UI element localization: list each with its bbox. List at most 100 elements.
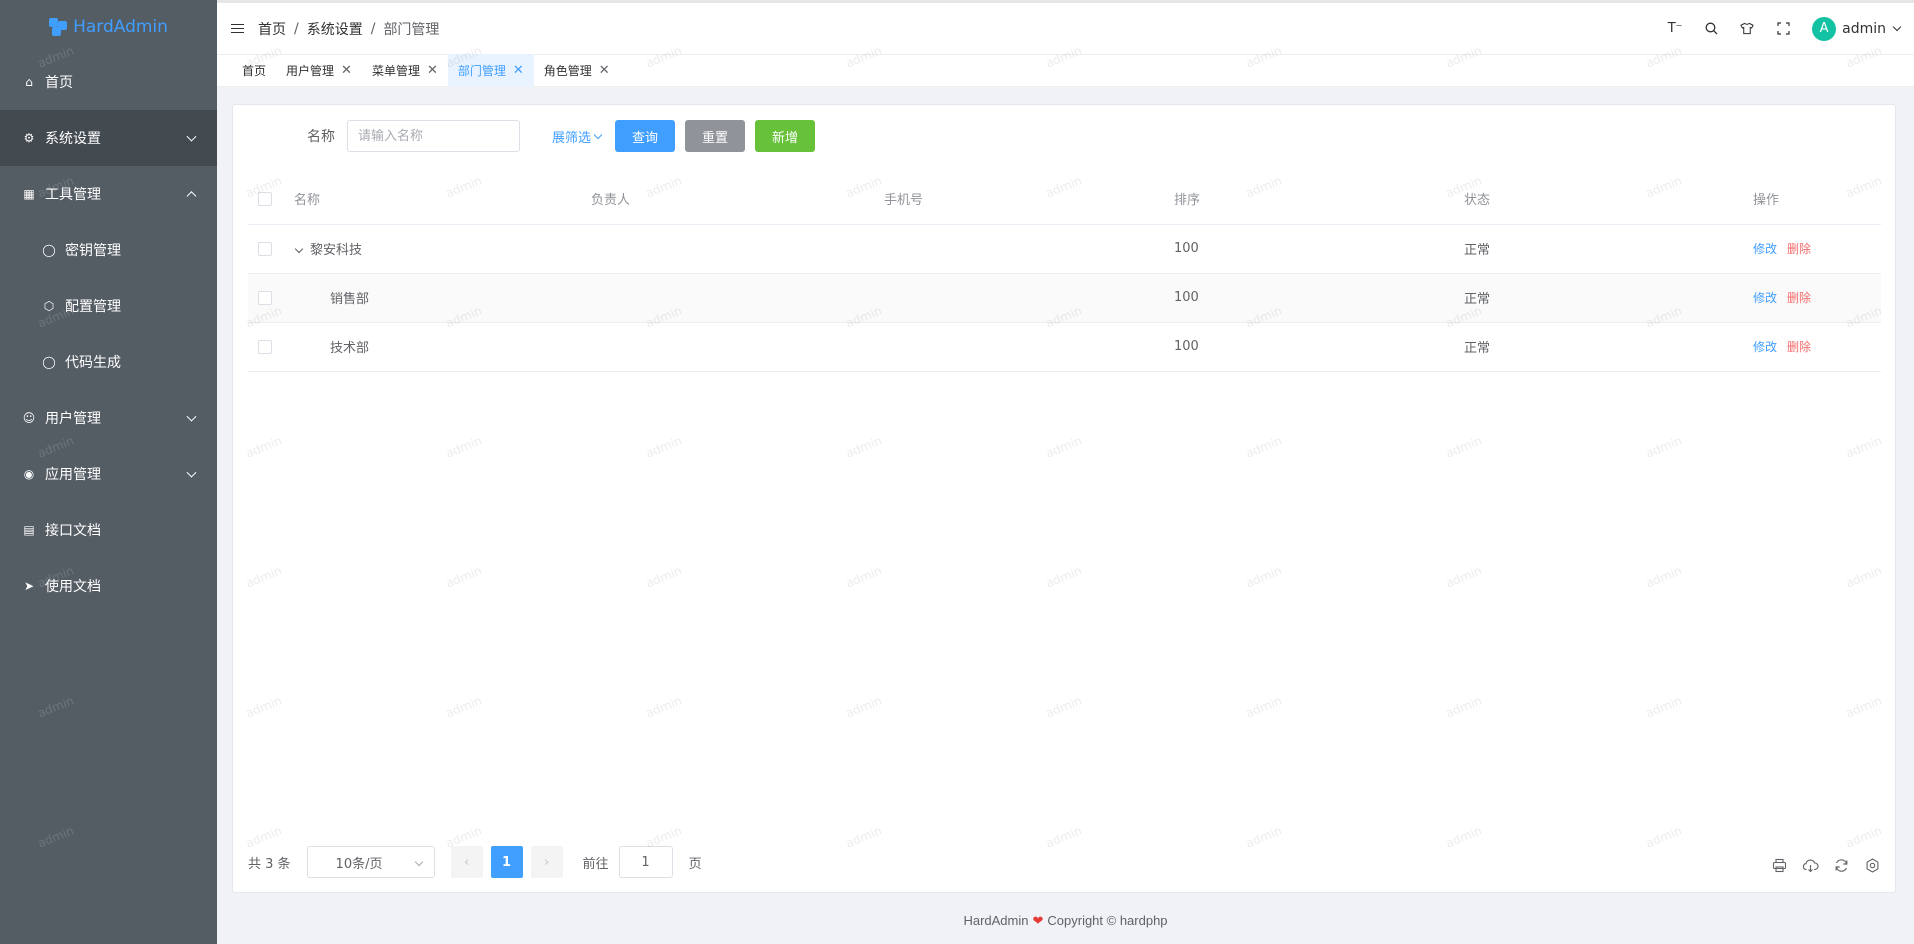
edit-link[interactable]: 修改 <box>1753 242 1777 256</box>
font-size-icon[interactable]: T⁻ <box>1668 21 1683 36</box>
delete-link[interactable]: 删除 <box>1787 291 1811 305</box>
rocket-icon: ➤ <box>23 579 35 593</box>
sidebar: HardAdmin ⌂ 首页 ⚙ 系统设置 ▦ 工具管理 ◯ 密钥管理 ⬡ 配置管理 ◯ 代码生成 ☺ 用… <box>0 0 217 944</box>
table-row[interactable]: 黎安科技 100 正常 修改 删除 <box>248 224 1881 274</box>
column-header: 负责人 <box>591 174 884 225</box>
tab[interactable]: 用户管理 ✕ <box>276 54 362 87</box>
sidebar-item[interactable]: ⬡ 配置管理 <box>0 278 217 334</box>
search-icon[interactable] <box>1704 22 1718 36</box>
edit-link[interactable]: 修改 <box>1753 291 1777 305</box>
filter-form: 名称 展筛选 查询 重置 新增 <box>233 119 816 153</box>
reset-button[interactable]: 重置 <box>685 120 746 152</box>
breadcrumb: 首页 / 系统设置 / 部门管理 <box>258 19 439 39</box>
chevron-down-icon <box>414 857 423 867</box>
sidebar-item-label: 系统设置 <box>45 131 101 147</box>
column-header: 排序 <box>1174 174 1464 225</box>
breadcrumb-item[interactable]: 系统设置 <box>307 19 363 39</box>
actions-cell: 修改 删除 <box>1753 224 1881 274</box>
tab[interactable]: 部门管理 ✕ <box>447 54 534 87</box>
close-icon[interactable]: ✕ <box>599 63 610 78</box>
collapse-menu-icon[interactable] <box>231 23 244 34</box>
tab[interactable]: 菜单管理 ✕ <box>362 54 448 87</box>
breadcrumb-item[interactable]: 首页 <box>258 19 286 39</box>
fullscreen-icon[interactable] <box>1776 22 1790 36</box>
sidebar-item[interactable]: ▦ 工具管理 <box>0 166 217 222</box>
next-page-button[interactable]: › <box>530 846 563 878</box>
breadcrumb-current: 部门管理 <box>383 21 440 38</box>
row-checkbox[interactable] <box>258 339 272 354</box>
sidebar-item[interactable]: ➤ 使用文档 <box>0 558 217 614</box>
table-header-row: 名称 负责人 手机号 排序 状态 操作 <box>248 174 1881 225</box>
tab[interactable]: 角色管理 ✕ <box>534 54 620 87</box>
sidebar-item-label: 应用管理 <box>45 467 101 483</box>
sidebar-item[interactable]: ◯ 代码生成 <box>0 334 217 390</box>
dept-name: 销售部 <box>330 292 370 307</box>
leader-cell <box>591 322 884 372</box>
search-button[interactable]: 查询 <box>615 120 676 152</box>
sort-cell: 100 <box>1174 224 1464 274</box>
sidebar-item[interactable]: ◯ 密钥管理 <box>0 222 217 278</box>
chevron-down-icon <box>186 467 197 478</box>
app-logo[interactable]: HardAdmin <box>0 0 217 54</box>
goto-page-input[interactable] <box>618 846 673 878</box>
table-row[interactable]: 销售部 100 正常 修改 删除 <box>248 273 1881 323</box>
select-all-cell <box>248 174 294 225</box>
close-icon[interactable]: ✕ <box>341 63 352 78</box>
breadcrumb-separator: / <box>294 20 299 37</box>
chart-icon: ▤ <box>23 523 35 537</box>
prev-page-button[interactable]: ‹ <box>450 846 483 878</box>
top-bar: 首页 / 系统设置 / 部门管理 T⁻ A admin <box>217 0 1914 54</box>
sidebar-item-label: 使用文档 <box>45 579 101 595</box>
page-size-select[interactable]: 10条/页 <box>306 846 435 878</box>
tree-expand-icon[interactable] <box>294 244 304 254</box>
sidebar-item-label: 配置管理 <box>65 299 121 315</box>
expand-filter-link[interactable]: 展筛选 <box>552 127 603 146</box>
tab-label: 菜单管理 <box>371 64 420 78</box>
chevron-down-icon <box>1892 22 1902 32</box>
row-checkbox[interactable] <box>258 241 272 256</box>
edit-link[interactable]: 修改 <box>1753 340 1777 354</box>
sidebar-item[interactable]: ◉ 应用管理 <box>0 446 217 502</box>
logo-icon <box>49 18 68 36</box>
tab-label: 角色管理 <box>543 64 592 78</box>
sidebar-item[interactable]: ▤ 接口文档 <box>0 502 217 558</box>
theme-shirt-icon[interactable] <box>1740 22 1754 36</box>
page-size-value: 10条/页 <box>335 856 383 872</box>
chevron-down-icon <box>593 130 603 139</box>
sidebar-item-label: 代码生成 <box>65 355 121 371</box>
refresh-icon[interactable] <box>1833 857 1850 874</box>
broadcast-icon: ◉ <box>23 467 35 481</box>
print-icon[interactable] <box>1771 857 1788 874</box>
leader-cell <box>591 273 884 323</box>
watermark-text: admin <box>35 823 76 851</box>
delete-link[interactable]: 删除 <box>1787 340 1811 354</box>
settings-icon[interactable] <box>1864 857 1881 874</box>
select-all-checkbox[interactable] <box>258 191 272 206</box>
sort-cell: 100 <box>1174 273 1464 323</box>
expand-filter-label: 展筛选 <box>552 130 592 146</box>
heart-icon: ❤ <box>1032 913 1044 928</box>
app-name: HardAdmin <box>73 17 168 37</box>
table-row[interactable]: 技术部 100 正常 修改 删除 <box>248 322 1881 372</box>
add-button[interactable]: 新增 <box>755 120 816 152</box>
sidebar-item[interactable]: ☺ 用户管理 <box>0 390 217 446</box>
row-checkbox[interactable] <box>258 290 272 305</box>
row-select-cell <box>248 224 294 274</box>
grid-icon: ▦ <box>23 187 35 201</box>
close-icon[interactable]: ✕ <box>513 63 524 78</box>
page-number-button[interactable]: 1 <box>490 846 523 878</box>
delete-link[interactable]: 删除 <box>1787 242 1811 256</box>
status-cell: 正常 <box>1464 322 1753 372</box>
user-menu[interactable]: A admin <box>1812 16 1902 41</box>
name-filter-input[interactable] <box>347 120 520 152</box>
tab[interactable]: 首页 <box>232 54 276 87</box>
sidebar-item-label: 用户管理 <box>45 411 101 427</box>
close-icon[interactable]: ✕ <box>427 63 438 78</box>
sidebar-item[interactable]: ⚙ 系统设置 <box>0 110 217 166</box>
key-icon: ◯ <box>42 243 56 257</box>
page-suffix: 页 <box>688 856 702 872</box>
main-area: 首页 / 系统设置 / 部门管理 T⁻ A admin 首页 用户管理 ✕ 菜单管理 ✕… <box>217 0 1914 944</box>
cloud-download-icon[interactable] <box>1802 857 1819 874</box>
sidebar-item[interactable]: ⌂ 首页 <box>0 54 217 110</box>
total-count: 共 3 条 <box>248 856 291 872</box>
